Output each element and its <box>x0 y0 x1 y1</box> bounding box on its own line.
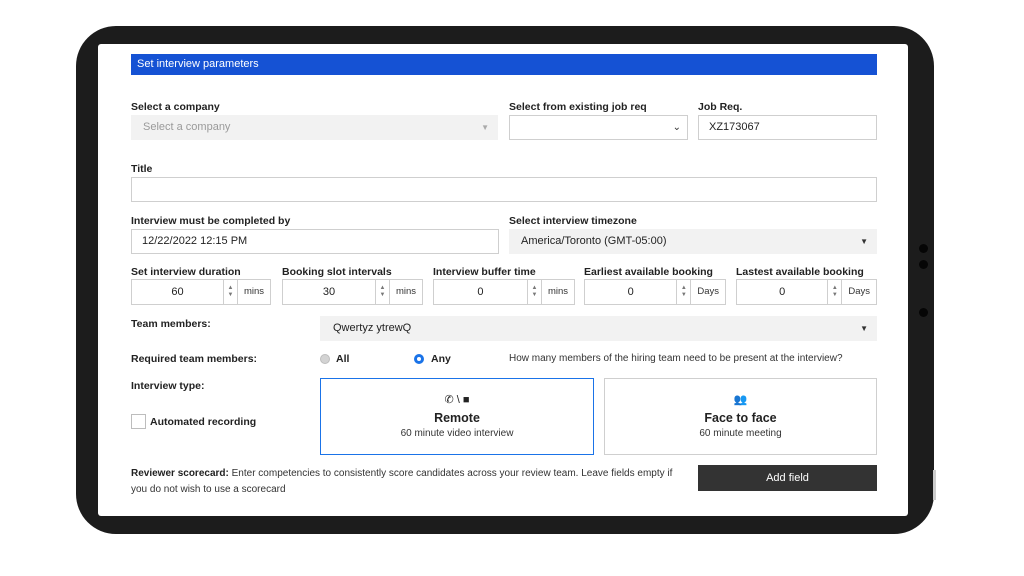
company-label: Select a company <box>131 101 220 113</box>
earliest-label: Earliest available booking <box>584 266 713 278</box>
camera-dot <box>919 260 928 269</box>
camera-dot <box>919 308 928 317</box>
group-icon: 👥 <box>733 394 748 406</box>
buffer-value[interactable]: 0 <box>434 280 527 304</box>
spinner-icon[interactable]: ▲ ▼ <box>222 280 237 304</box>
radio-any-label[interactable]: Any <box>431 353 451 365</box>
job-req-input[interactable]: XZ173067 <box>698 115 877 140</box>
page-title: Set interview parameters <box>131 54 877 75</box>
phone-video-icon: ✆ \ ■ <box>444 394 470 406</box>
add-field-button[interactable]: Add field <box>698 465 877 491</box>
automated-recording-checkbox[interactable] <box>131 414 146 429</box>
camera-dot <box>919 244 928 253</box>
timezone-value: America/Toronto (GMT-05:00) <box>521 235 667 247</box>
deadline-input[interactable]: 12/22/2022 12:15 PM <box>131 229 499 254</box>
scorecard-description: Reviewer scorecard: Enter competencies t… <box>131 466 686 498</box>
team-label: Team members: <box>131 318 211 330</box>
caret-down-icon: ▼ <box>860 237 868 246</box>
scorecard-label: Reviewer scorecard: <box>131 468 229 479</box>
face-to-face-title: Face to face <box>704 411 777 425</box>
caret-down-icon: ▼ <box>860 324 868 333</box>
buffer-unit: mins <box>540 280 574 304</box>
latest-value[interactable]: 0 <box>737 280 827 304</box>
slot-stepper[interactable]: 30 ▲ ▼ mins <box>282 279 423 305</box>
spinner-icon[interactable]: ▲ ▼ <box>827 280 841 304</box>
caret-down-icon: ▼ <box>481 123 489 132</box>
slot-label: Booking slot intervals <box>282 266 392 278</box>
face-to-face-option-card[interactable]: 👥 Face to face 60 minute meeting <box>604 378 877 455</box>
latest-unit: Days <box>841 280 876 304</box>
radio-any[interactable] <box>414 354 424 364</box>
team-value: Qwertyz ytrewQ <box>333 322 412 334</box>
chevron-down-icon: ⌄ <box>672 122 681 133</box>
spinner-icon[interactable]: ▲ ▼ <box>676 280 690 304</box>
remote-option-card[interactable]: ✆ \ ■ Remote 60 minute video interview <box>320 378 594 455</box>
timezone-label: Select interview timezone <box>509 215 637 227</box>
required-help-text: How many members of the hiring team need… <box>509 353 843 364</box>
required-label: Required team members: <box>131 353 258 365</box>
duration-unit: mins <box>236 280 270 304</box>
deadline-label: Interview must be completed by <box>131 215 291 227</box>
title-label: Title <box>131 163 153 175</box>
interview-type-label: Interview type: <box>131 380 205 392</box>
title-input[interactable] <box>131 177 877 202</box>
tablet-side-button <box>933 470 936 500</box>
job-req-select[interactable]: ⌄ <box>509 115 688 140</box>
remote-title: Remote <box>434 411 480 425</box>
earliest-stepper[interactable]: 0 ▲ ▼ Days <box>584 279 726 305</box>
job-req-label: Job Req. <box>698 101 743 113</box>
slot-value[interactable]: 30 <box>283 280 375 304</box>
earliest-unit: Days <box>690 280 725 304</box>
company-placeholder: Select a company <box>143 121 231 133</box>
company-select[interactable]: Select a company ▼ <box>131 115 498 140</box>
latest-label: Lastest available booking <box>736 266 864 278</box>
radio-all-label[interactable]: All <box>336 353 349 365</box>
remote-subtitle: 60 minute video interview <box>400 428 514 439</box>
duration-stepper[interactable]: 60 ▲ ▼ mins <box>131 279 271 305</box>
form-screen: Set interview parameters Select a compan… <box>98 44 908 516</box>
job-req-select-label: Select from existing job req <box>509 101 647 113</box>
buffer-label: Interview buffer time <box>433 266 536 278</box>
duration-label: Set interview duration <box>131 266 241 278</box>
team-select[interactable]: Qwertyz ytrewQ ▼ <box>320 316 877 341</box>
automated-recording-label[interactable]: Automated recording <box>150 416 256 428</box>
spinner-icon[interactable]: ▲ ▼ <box>526 280 541 304</box>
duration-value[interactable]: 60 <box>132 280 223 304</box>
earliest-value[interactable]: 0 <box>585 280 676 304</box>
buffer-stepper[interactable]: 0 ▲ ▼ mins <box>433 279 575 305</box>
latest-stepper[interactable]: 0 ▲ ▼ Days <box>736 279 877 305</box>
spinner-icon[interactable]: ▲ ▼ <box>374 280 389 304</box>
slot-unit: mins <box>388 280 422 304</box>
face-to-face-subtitle: 60 minute meeting <box>699 428 782 439</box>
timezone-select[interactable]: America/Toronto (GMT-05:00) ▼ <box>509 229 877 254</box>
radio-all[interactable] <box>320 354 330 364</box>
